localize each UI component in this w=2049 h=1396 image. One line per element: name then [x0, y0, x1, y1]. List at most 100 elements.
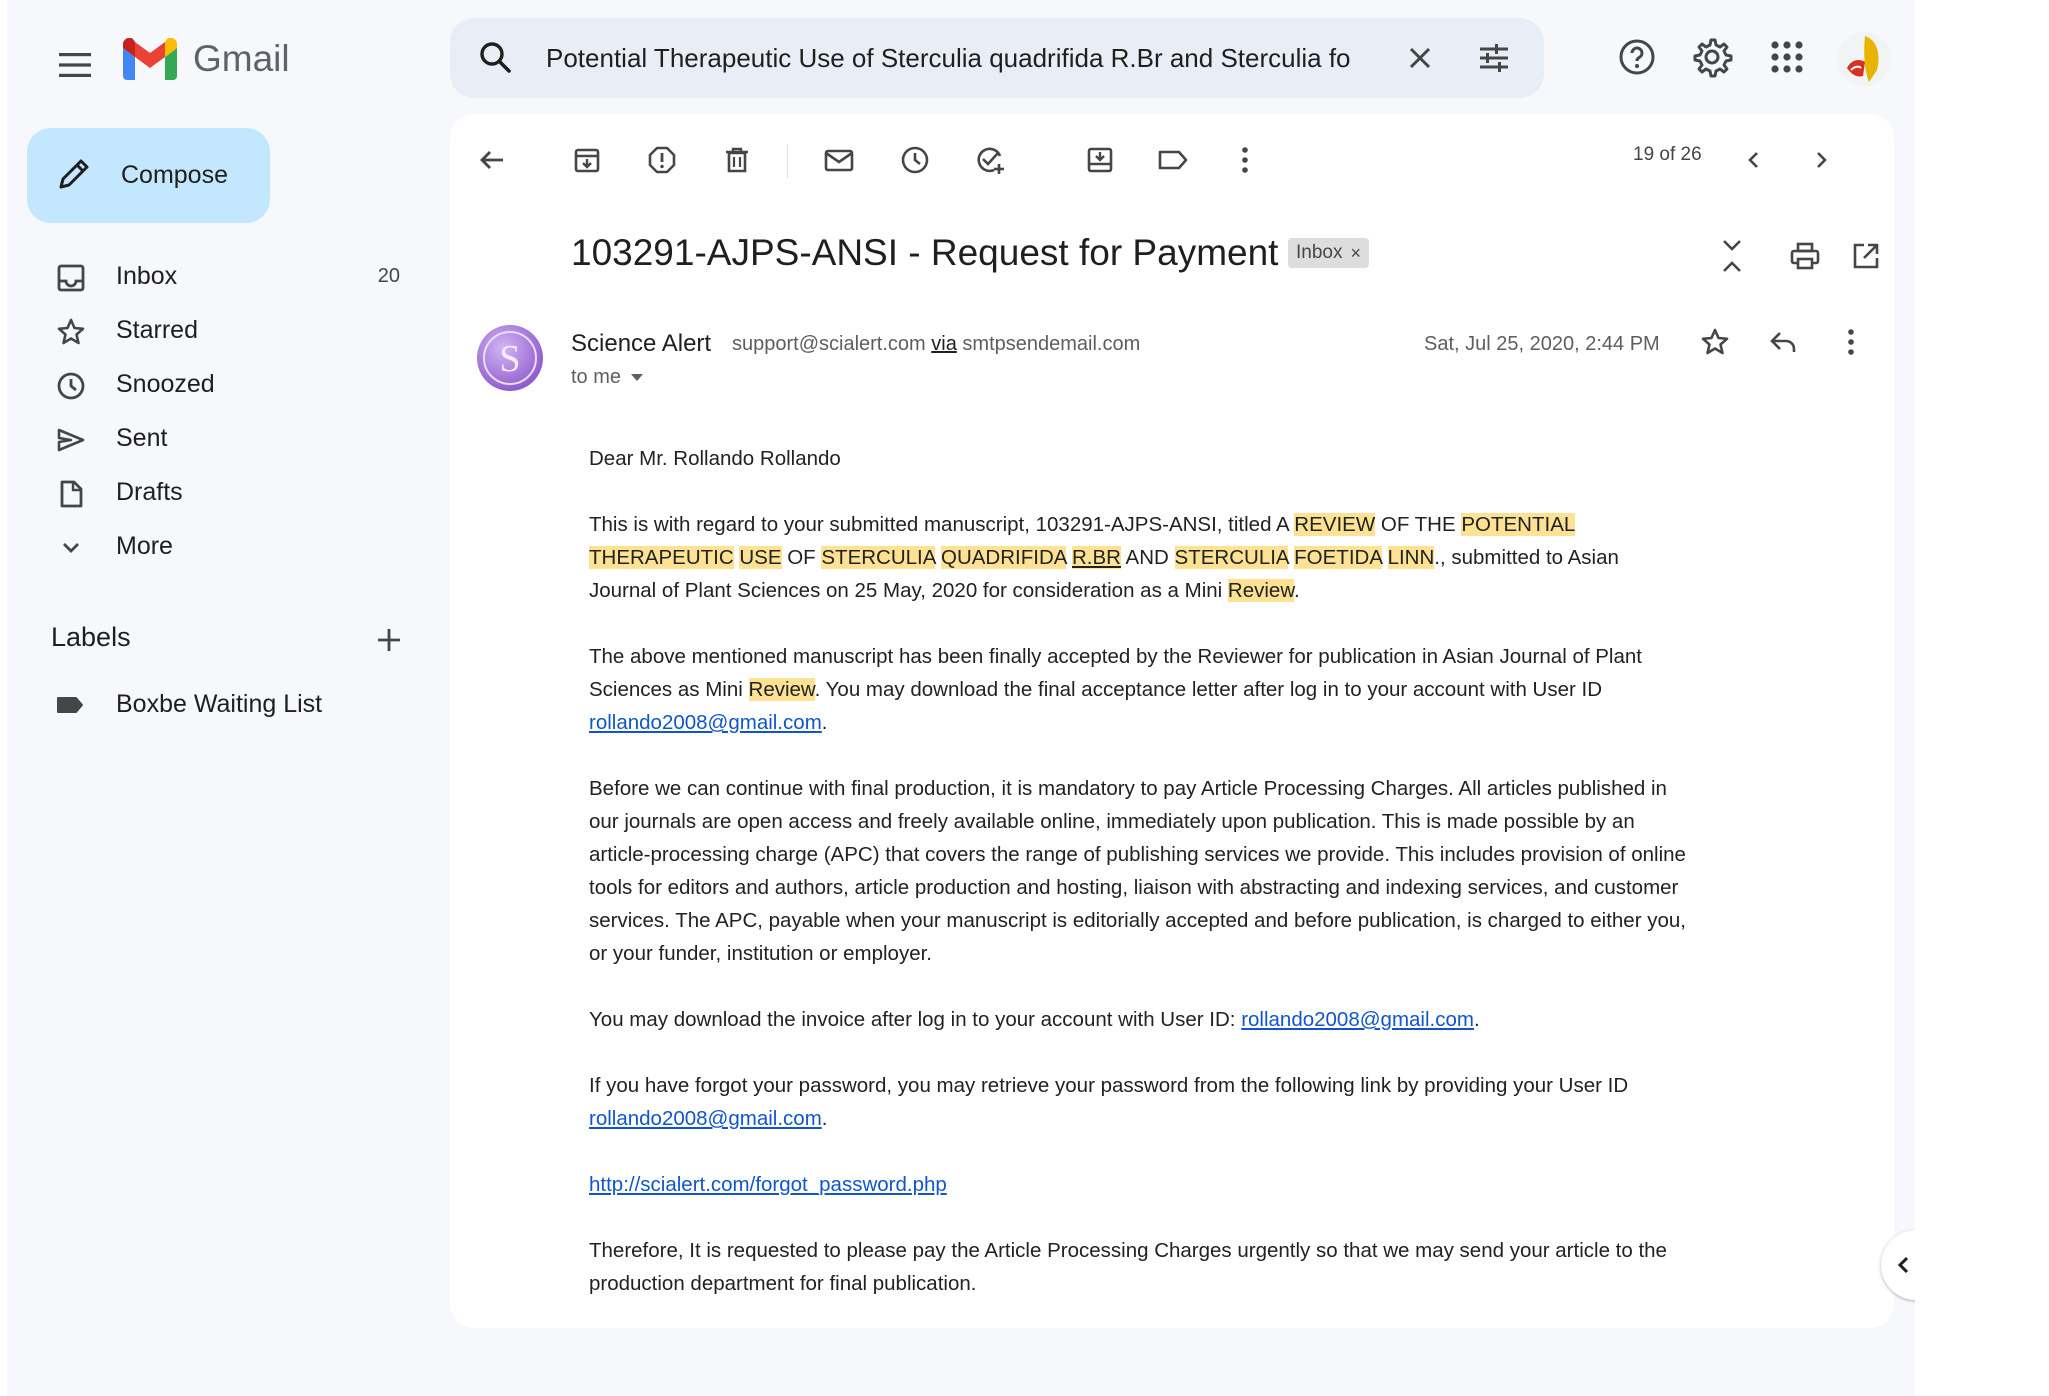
- sidebar-label-boxbe[interactable]: Boxbe Waiting List: [7, 678, 427, 732]
- remove-label-icon[interactable]: ×: [1350, 238, 1361, 268]
- hamburger-menu-icon: [59, 53, 91, 77]
- body-paragraph-4: You may download the invoice after log i…: [589, 1008, 1480, 1031]
- open-new-window-icon[interactable]: [1844, 234, 1888, 278]
- add-to-tasks-icon[interactable]: [968, 138, 1012, 182]
- search-options-icon[interactable]: [1474, 38, 1514, 83]
- chevron-down-icon: [55, 532, 87, 564]
- more-options-icon[interactable]: [1223, 138, 1267, 182]
- unread-count: 20: [377, 264, 400, 287]
- gmail-wordmark: Gmail: [193, 38, 290, 79]
- snooze-clock-icon[interactable]: [893, 138, 937, 182]
- search-highlight: REVIEW: [1294, 513, 1376, 536]
- sidebar-item-label: Starred: [116, 315, 198, 344]
- draft-icon: [55, 478, 87, 510]
- move-to-icon[interactable]: [1078, 138, 1122, 182]
- search-highlight: USE: [739, 546, 782, 569]
- archive-icon[interactable]: [565, 138, 609, 182]
- user-id-link[interactable]: rollando2008@gmail.com: [1241, 1008, 1474, 1031]
- mark-unread-icon[interactable]: [817, 138, 861, 182]
- gmail-logo[interactable]: Gmail: [123, 38, 290, 80]
- search-highlight: Review: [748, 678, 815, 701]
- help-icon[interactable]: [1612, 32, 1662, 82]
- account-avatar[interactable]: [1837, 32, 1891, 86]
- sidebar-item-drafts[interactable]: Drafts: [7, 465, 427, 519]
- search-highlight: POTENTIAL: [1461, 513, 1575, 536]
- sidebar-item-label: Drafts: [116, 477, 183, 506]
- email-subject: 103291-AJPS-ANSI - Request for Payment: [571, 232, 1279, 273]
- via-domain: smtpsendemail.com: [962, 333, 1141, 355]
- gmail-m-icon: [123, 38, 177, 80]
- user-id-link[interactable]: rollando2008@gmail.com: [589, 1107, 822, 1130]
- forgot-password-link[interactable]: http://scialert.com/forgot_password.php: [589, 1173, 947, 1196]
- sidebar-label-text: Boxbe Waiting List: [116, 690, 323, 718]
- avatar-letter: S: [499, 338, 520, 380]
- sender-email: support@scialert.com: [732, 333, 926, 355]
- sender-avatar[interactable]: S: [476, 324, 544, 392]
- sidebar-item-sent[interactable]: Sent: [7, 411, 427, 465]
- search-highlight: Review: [1227, 579, 1294, 602]
- body-paragraph-6: http://scialert.com/forgot_password.php: [589, 1168, 1689, 1201]
- search-highlight: FOETIDA: [1294, 546, 1382, 569]
- via-link[interactable]: via: [931, 333, 957, 355]
- inbox-icon: [55, 262, 87, 294]
- add-label-icon[interactable]: [371, 622, 407, 658]
- inbox-label-badge[interactable]: Inbox ×: [1288, 238, 1369, 268]
- message-date: Sat, Jul 25, 2020, 2:44 PM: [1424, 333, 1660, 355]
- message-panel: 19 of 26 103291-AJPS-ANSI - Request for …: [450, 114, 1894, 1328]
- recipient-text: to me: [571, 366, 622, 388]
- search-highlight: QUADRIFIDA: [941, 546, 1067, 569]
- print-icon[interactable]: [1783, 234, 1827, 278]
- sidebar-item-starred[interactable]: Starred: [7, 303, 427, 357]
- gmail-app: Gmail Potential Therapeutic Use of Sterc…: [7, 0, 2049, 1396]
- right-margin: [1915, 0, 2049, 1396]
- label-tag-icon: [55, 690, 85, 725]
- caret-down-icon: [631, 374, 644, 381]
- sidebar-item-inbox[interactable]: Inbox 20: [7, 249, 427, 303]
- sender-email-line: support@scialert.com via smtpsendemail.c…: [732, 333, 1140, 356]
- sidebar-item-more[interactable]: More: [7, 519, 427, 573]
- sidebar-item-label: Snoozed: [116, 369, 215, 398]
- body-paragraph-5: If you have forgot your password, you ma…: [589, 1074, 1629, 1130]
- pencil-icon: [57, 155, 93, 196]
- body-paragraph-2: The above mentioned manuscript has been …: [589, 645, 1642, 734]
- message-more-icon[interactable]: [1829, 320, 1873, 364]
- sidebar-nav: Inbox 20 Starred Snoozed Sent Drafts Mor…: [7, 249, 427, 573]
- collapse-all-icon[interactable]: [1710, 234, 1754, 278]
- search-highlight: STERCULIA: [821, 546, 936, 569]
- search-input[interactable]: Potential Therapeutic Use of Sterculia q…: [546, 18, 1416, 98]
- newer-chevron-left-icon[interactable]: [1732, 138, 1776, 182]
- body-paragraph-3: Before we can continue with final produc…: [589, 777, 1686, 965]
- sidebar-item-label: Sent: [116, 423, 168, 452]
- search-highlight: R.BR: [1072, 546, 1121, 569]
- toolbar-divider: [787, 144, 788, 178]
- search-highlight: STERCULIA: [1174, 546, 1289, 569]
- sidebar-item-snoozed[interactable]: Snoozed: [7, 357, 427, 411]
- search-icon[interactable]: [476, 38, 516, 83]
- back-arrow-icon[interactable]: [470, 138, 514, 182]
- clock-icon: [55, 370, 87, 402]
- main-menu-button[interactable]: [46, 36, 104, 94]
- body-paragraph-1: This is with regard to your submitted ma…: [589, 513, 1619, 602]
- email-body: Dear Mr. Rollando Rollando This is with …: [589, 442, 1689, 1328]
- settings-gear-icon[interactable]: [1687, 32, 1737, 82]
- sidebar-item-label: Inbox: [116, 261, 178, 290]
- recipient-details-toggle[interactable]: to me: [571, 366, 644, 389]
- search-highlight: LINN: [1387, 546, 1435, 569]
- report-spam-icon[interactable]: [640, 138, 684, 182]
- label-icon[interactable]: [1151, 138, 1195, 182]
- compose-button[interactable]: Compose: [27, 128, 270, 223]
- clear-search-icon[interactable]: [1400, 38, 1440, 83]
- badge-text: Inbox: [1296, 242, 1343, 263]
- older-chevron-right-icon[interactable]: [1799, 138, 1843, 182]
- user-id-link[interactable]: rollando2008@gmail.com: [589, 711, 822, 734]
- compose-label: Compose: [121, 161, 228, 189]
- body-paragraph-7: Therefore, It is requested to please pay…: [589, 1239, 1667, 1295]
- star-message-icon[interactable]: [1693, 320, 1737, 364]
- sender-name[interactable]: Science Alert: [571, 330, 711, 358]
- reply-icon[interactable]: [1761, 320, 1805, 364]
- apps-grid-icon[interactable]: [1762, 32, 1812, 82]
- labels-heading: Labels: [51, 622, 131, 652]
- sidebar-item-label: More: [116, 531, 173, 560]
- delete-trash-icon[interactable]: [715, 138, 759, 182]
- search-bar[interactable]: Potential Therapeutic Use of Sterculia q…: [450, 18, 1544, 98]
